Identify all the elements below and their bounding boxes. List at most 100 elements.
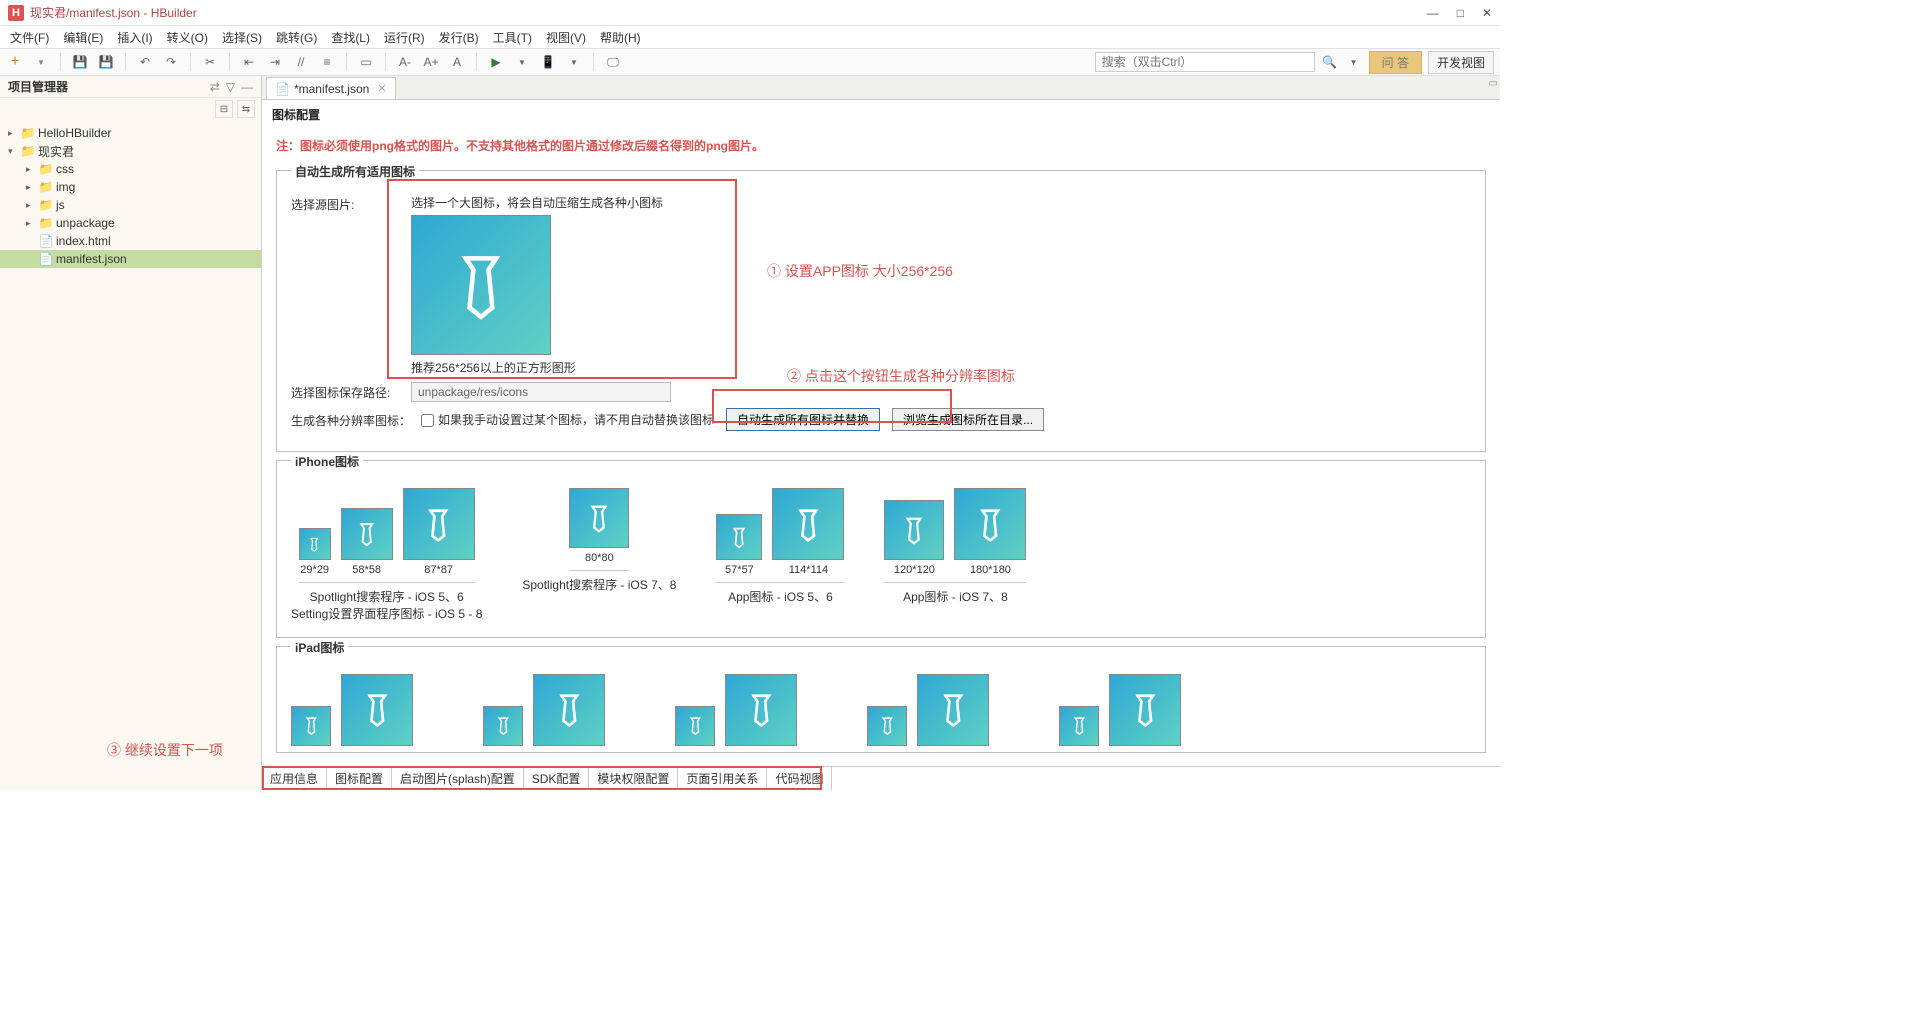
tab-close-icon[interactable]: ✕ [377,82,386,95]
icon-slot[interactable] [483,706,523,746]
icon-slot[interactable] [341,674,413,746]
sidebar-sync-icon[interactable]: ⇆ [237,100,255,118]
outdent-icon[interactable]: ⇤ [240,53,258,71]
bottom-tab[interactable]: 启动图片(splash)配置 [392,767,524,790]
bottom-tab[interactable]: 应用信息 [262,767,327,790]
editor-min-icon[interactable]: ▭ [1489,78,1498,89]
undo-icon[interactable]: ↶ [136,53,154,71]
menu-bar: 文件(F) 编辑(E) 插入(I) 转义(O) 选择(S) 跳转(G) 查找(L) 运行(R)… [0,26,1500,48]
menu-item[interactable]: 选择(S) [222,29,262,46]
maximize-button[interactable]: □ [1457,6,1464,20]
icon-slot[interactable]: 180*180 [954,488,1026,576]
browse-button[interactable]: 浏览生成图标所在目录... [892,408,1044,431]
tie-icon [412,216,550,354]
sidebar-min-icon[interactable]: — [241,80,253,94]
ask-button[interactable]: 问 答 [1369,51,1422,74]
icon-slot[interactable]: 87*87 [403,488,475,576]
font-inc-icon[interactable]: A+ [422,53,440,71]
sidebar-menu-icon[interactable]: ▽ [226,80,235,94]
comment-icon[interactable]: // [292,53,310,71]
browser-icon[interactable]: 🖵 [604,53,622,71]
no-replace-checkbox[interactable]: 如果我手动设置过某个图标，请不用自动替换该图标 [421,411,714,428]
sidebar-link-icon[interactable]: ⇄ [210,80,220,94]
icon-slot[interactable]: 58*58 [341,508,393,576]
device-dropdown-icon[interactable]: ▼ [565,53,583,71]
label-generate: 生成各种分辨率图标： [291,410,421,429]
tree-row[interactable]: ▸📁unpackage [0,214,261,232]
sidebar-title: 项目管理器 [8,78,68,95]
tree-row[interactable]: 📄manifest.json [0,250,261,268]
source-image-preview[interactable] [411,215,551,355]
bottom-tab[interactable]: 页面引用关系 [678,767,767,790]
menu-item[interactable]: 转义(O) [167,29,208,46]
tree-row[interactable]: ▸📁js [0,196,261,214]
minimize-button[interactable]: — [1427,6,1439,20]
icon-slot[interactable] [1059,706,1099,746]
icon-slot[interactable] [291,706,331,746]
menu-item[interactable]: 查找(L) [331,29,370,46]
icon-slot[interactable] [725,674,797,746]
format-icon[interactable]: ≡ [318,53,336,71]
icon-slot[interactable]: 80*80 [569,488,629,564]
window-title: 现实君/manifest.json - HBuilder [30,4,197,21]
font-reset-icon[interactable]: A [448,53,466,71]
tree-row[interactable]: 📄index.html [0,232,261,250]
menu-item[interactable]: 文件(F) [10,29,49,46]
menu-item[interactable]: 运行(R) [384,29,425,46]
icon-slot[interactable]: 120*120 [884,500,944,576]
icon-slot[interactable] [867,706,907,746]
menu-item[interactable]: 发行(B) [439,29,479,46]
icon-slot[interactable]: 114*114 [772,488,844,576]
search-icon[interactable]: 🔍 [1321,53,1339,71]
bottom-tab[interactable]: 代码视图 [767,767,832,790]
icon-slot[interactable]: 29*29 [299,528,331,576]
run-dropdown-icon[interactable]: ▼ [513,53,531,71]
menu-item[interactable]: 跳转(G) [276,29,317,46]
menu-item[interactable]: 插入(I) [117,29,152,46]
new-button[interactable]: + [6,53,24,71]
tab-manifest[interactable]: 📄 *manifest.json ✕ [266,77,396,99]
search-dropdown-icon[interactable]: ▼ [1345,53,1363,71]
save-path-input[interactable] [411,382,671,402]
close-button[interactable]: ✕ [1482,6,1492,20]
bottom-tab[interactable]: SDK配置 [524,767,590,790]
sidebar-collapse-icon[interactable]: ⊟ [215,100,233,118]
icon-slot[interactable] [1109,674,1181,746]
toggle-icon[interactable]: ▭ [357,53,375,71]
icon-slot[interactable]: 57*57 [716,514,762,576]
font-dec-icon[interactable]: A- [396,53,414,71]
project-tree[interactable]: ▸📁HelloHBuilder▾📁现实君▸📁css▸📁img▸📁js▸📁unpa… [0,120,261,272]
icon-slot[interactable] [917,674,989,746]
generate-button[interactable]: 自动生成所有图标并替换 [726,408,880,431]
bottom-tabs: 应用信息图标配置启动图片(splash)配置SDK配置模块权限配置页面引用关系代… [262,766,1500,790]
menu-item[interactable]: 帮助(H) [600,29,641,46]
indent-icon[interactable]: ⇥ [266,53,284,71]
menu-item[interactable]: 编辑(E) [63,29,103,46]
bottom-tab[interactable]: 图标配置 [327,767,392,790]
redo-icon[interactable]: ↷ [162,53,180,71]
tab-label: *manifest.json [294,82,369,96]
bottom-tab[interactable]: 模块权限配置 [589,767,678,790]
tree-row[interactable]: ▸📁img [0,178,261,196]
menu-item[interactable]: 视图(V) [546,29,586,46]
tree-row[interactable]: ▸📁css [0,160,261,178]
warning-note: 注：图标必须使用png格式的图片。不支持其他格式的图片通过修改后缀名得到的png… [272,129,1490,162]
run-icon[interactable]: ▶ [487,53,505,71]
icon-slot[interactable] [675,706,715,746]
icon-group-label: Spotlight搜索程序 - iOS 7、8 [522,577,676,594]
tree-row[interactable]: ▸📁HelloHBuilder [0,124,261,142]
icon-group: 57*57114*114App图标 - iOS 5、6 [716,488,844,623]
menu-item[interactable]: 工具(T) [493,29,532,46]
save-all-icon[interactable]: 💾 [97,53,115,71]
search-input[interactable] [1095,52,1315,72]
new-dropdown-icon[interactable]: ▼ [32,53,50,71]
save-icon[interactable]: 💾 [71,53,89,71]
icon-group: 80*80 Spotlight搜索程序 - iOS 7、8 [522,488,676,623]
icon-group [483,674,605,752]
file-icon: 📄 [275,82,290,96]
device-icon[interactable]: 📱 [539,53,557,71]
tree-row[interactable]: ▾📁现实君 [0,142,261,160]
dev-view-button[interactable]: 开发视图 [1428,51,1494,74]
cut-icon[interactable]: ✂ [201,53,219,71]
icon-slot[interactable] [533,674,605,746]
